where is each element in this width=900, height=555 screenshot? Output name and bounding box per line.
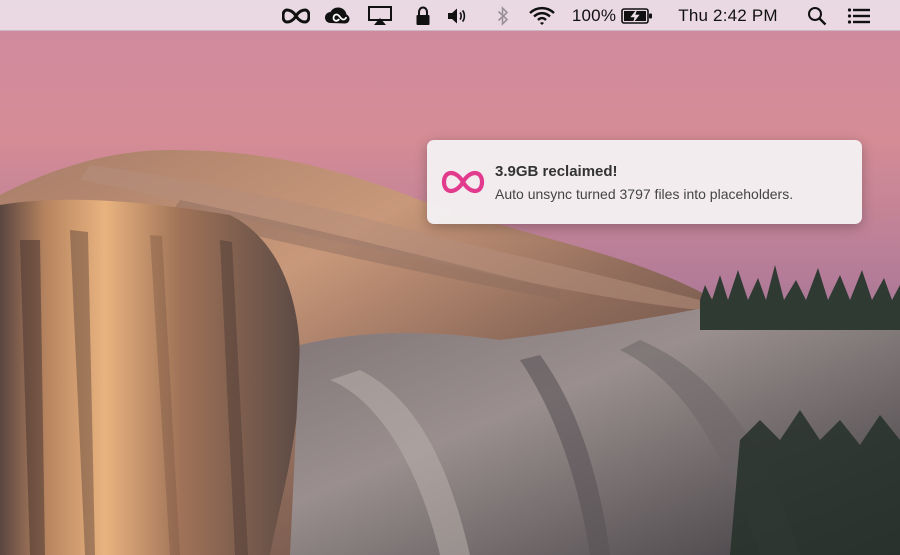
bluetooth-icon[interactable] — [494, 0, 512, 31]
desktop: 100% Thu 2:42 PM 3.9GB reclaimed! Auto u… — [0, 0, 900, 555]
lock-icon[interactable] — [412, 0, 434, 31]
battery-percent: 100% — [570, 0, 618, 31]
menu-bar-clock[interactable]: Thu 2:42 PM — [668, 0, 788, 31]
notification-title: 3.9GB reclaimed! — [495, 163, 618, 180]
notification-banner[interactable]: 3.9GB reclaimed! Auto unsync turned 3797… — [427, 140, 862, 224]
desktop-wallpaper — [0, 0, 900, 555]
notification-body: Auto unsync turned 3797 files into place… — [495, 186, 794, 202]
creative-cloud-icon[interactable] — [322, 0, 352, 31]
wifi-icon[interactable] — [528, 0, 556, 31]
menu-bar: 100% Thu 2:42 PM — [0, 0, 900, 31]
clock-label: Thu 2:42 PM — [678, 5, 778, 25]
battery-icon[interactable] — [620, 0, 654, 31]
battery-percent-label: 100% — [571, 5, 617, 25]
spotlight-search-icon[interactable] — [804, 0, 830, 31]
infinity-icon — [441, 170, 485, 194]
notification-center-icon[interactable] — [844, 0, 874, 31]
volume-icon[interactable] — [446, 0, 470, 31]
infinity-icon[interactable] — [280, 0, 312, 31]
airplay-icon[interactable] — [366, 0, 394, 31]
